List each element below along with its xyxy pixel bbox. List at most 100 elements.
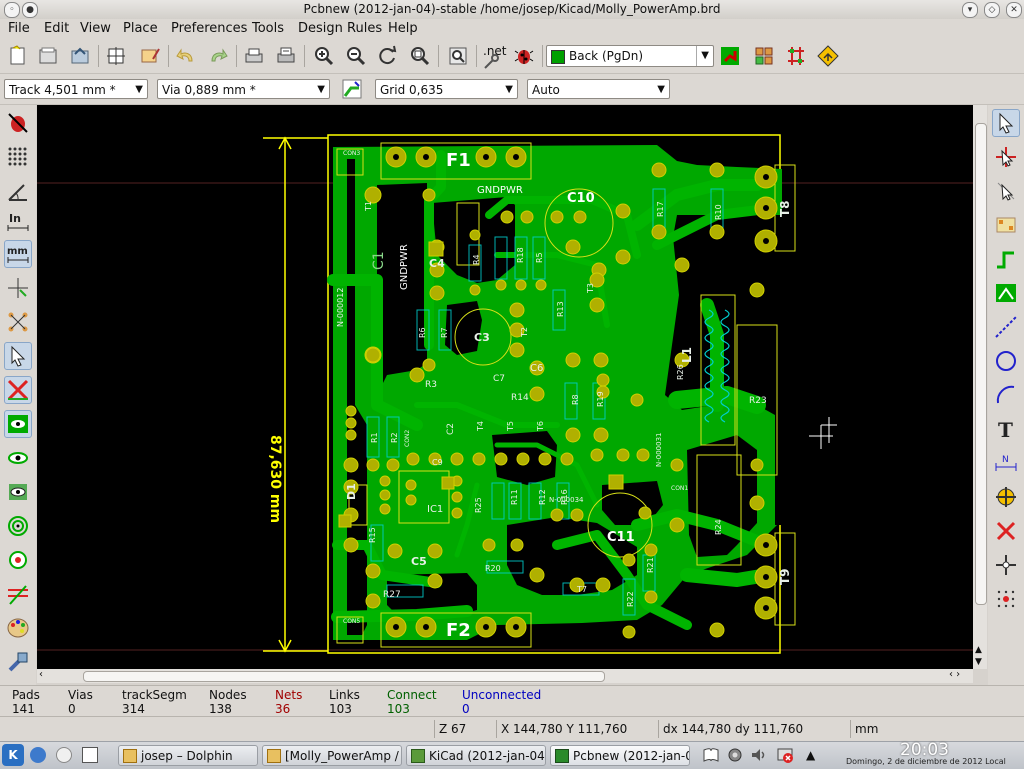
autoplace-button[interactable]	[750, 42, 778, 70]
chevron-left-icon[interactable]: ‹	[39, 669, 43, 680]
delete-items-button[interactable]	[992, 517, 1020, 545]
task-label: [Molly_PowerAmp /	[285, 749, 399, 763]
task-pcbnew[interactable]: Pcbnew (2012-jan-0	[550, 745, 690, 766]
menu-preferences[interactable]: Preferences	[171, 21, 247, 36]
grid-select[interactable]: Grid 0,635 ▼	[375, 79, 518, 99]
read-netlist-button[interactable]: .net	[478, 42, 507, 70]
set-origin-button[interactable]	[992, 551, 1020, 579]
chevron-down-icon[interactable]: ▼	[975, 657, 982, 667]
drc-off-button[interactable]	[4, 109, 32, 137]
page-settings-button[interactable]	[102, 42, 130, 70]
highlight-net-button[interactable]	[992, 143, 1020, 171]
browser-icon[interactable]	[30, 747, 46, 763]
zoom-out-button[interactable]	[342, 42, 370, 70]
task-kicad[interactable]: KiCad (2012-jan-04)	[406, 745, 546, 766]
launcher-icon[interactable]	[56, 747, 72, 763]
label-r4: R4	[472, 254, 481, 265]
maximize-icon[interactable]: ◇	[984, 2, 1000, 18]
autoroute-button[interactable]	[782, 42, 810, 70]
set-grid-origin-button[interactable]	[992, 585, 1020, 613]
menu-view[interactable]: View	[80, 21, 111, 36]
layer-pair-button[interactable]	[716, 42, 744, 70]
vertical-scroll-thumb[interactable]	[975, 123, 987, 605]
layer-select-value: Back (PgDn)	[569, 49, 644, 63]
chevron-up-icon[interactable]: ▲	[975, 645, 982, 655]
auto-delete-track-button[interactable]	[4, 376, 32, 404]
tracks-sketch-button[interactable]	[4, 580, 32, 608]
add-dimension-button[interactable]: N	[992, 449, 1020, 477]
add-circle-button[interactable]	[992, 347, 1020, 375]
kde-menu-icon[interactable]: K	[2, 744, 24, 766]
module-ratsnest-button[interactable]	[4, 342, 32, 370]
close-icon[interactable]: ✕	[1006, 2, 1022, 18]
menu-help[interactable]: Help	[388, 21, 418, 36]
via-size-select[interactable]: Via 0,889 mm * ▼	[157, 79, 330, 99]
track-width-select[interactable]: Track 4,501 mm * ▼	[4, 79, 148, 99]
volume-icon[interactable]	[750, 746, 768, 764]
polar-coords-button[interactable]	[4, 177, 32, 205]
save-board-button[interactable]	[66, 42, 94, 70]
module-editor-button[interactable]	[136, 42, 164, 70]
menu-design-rules[interactable]: Design Rules	[298, 21, 382, 36]
ratsnest-button[interactable]	[4, 308, 32, 336]
find-button[interactable]	[444, 42, 472, 70]
open-board-button[interactable]	[34, 42, 62, 70]
microwave-toolbar-button[interactable]	[4, 648, 32, 676]
horizontal-scroll-thumb[interactable]	[83, 671, 605, 682]
grid-toggle-button[interactable]	[4, 143, 32, 171]
vertical-scrollbar[interactable]: ▲ ▼	[973, 105, 987, 669]
folder-icon	[123, 749, 137, 763]
network-error-icon[interactable]	[776, 746, 794, 764]
settings-icon[interactable]	[726, 746, 744, 764]
undo-button[interactable]	[172, 42, 200, 70]
new-board-button[interactable]	[4, 42, 32, 70]
high-contrast-button[interactable]	[4, 614, 32, 642]
zoom-select[interactable]: Auto ▼	[527, 79, 670, 99]
local-ratsnest-button[interactable]	[992, 177, 1020, 205]
tray-expand-icon[interactable]: ▲	[806, 746, 824, 764]
units-mm-button[interactable]: mm	[4, 240, 32, 268]
pcb-canvas[interactable]: 87,630 mm F1 F2 C10 C11 GNDPWR GNDPWR C1…	[37, 105, 973, 669]
print-button[interactable]	[240, 42, 268, 70]
chevron-right-icon[interactable]: ‹ ›	[949, 669, 960, 680]
freeroute-button[interactable]	[814, 42, 842, 70]
label-t7: T7	[576, 585, 587, 594]
pads-sketch-button[interactable]	[4, 512, 32, 540]
units-inch-button[interactable]: In	[4, 208, 32, 236]
label-t6: T6	[536, 421, 545, 432]
add-tracks-button[interactable]	[992, 245, 1020, 273]
zones-sketch-button[interactable]	[4, 478, 32, 506]
select-tool-button[interactable]	[992, 109, 1020, 137]
zones-display-button[interactable]	[4, 410, 32, 438]
vias-label: Vias	[68, 688, 93, 702]
drc-button[interactable]	[510, 42, 538, 70]
redo-button[interactable]	[204, 42, 232, 70]
zoom-in-button[interactable]	[310, 42, 338, 70]
add-module-button[interactable]	[992, 211, 1020, 239]
right-tools-toolbar: T N	[988, 105, 1024, 685]
menu-place[interactable]: Place	[123, 21, 158, 36]
zoom-redraw-button[interactable]	[374, 42, 402, 70]
minimize-icon[interactable]: ▾	[962, 2, 978, 18]
plot-button[interactable]	[272, 42, 300, 70]
menu-file[interactable]: File	[8, 21, 30, 36]
horizontal-scrollbar[interactable]: ‹ ‹ ›	[37, 669, 973, 683]
vias-sketch-button[interactable]	[4, 546, 32, 574]
terminal-icon[interactable]	[82, 747, 98, 763]
layer-select[interactable]: Back (PgDn) ▼	[546, 45, 714, 67]
label-r14: R14	[511, 393, 529, 403]
add-lines-button[interactable]	[992, 313, 1020, 341]
menu-edit[interactable]: Edit	[44, 21, 69, 36]
task-molly-folder[interactable]: [Molly_PowerAmp /	[262, 745, 402, 766]
zones-outline-button[interactable]	[4, 444, 32, 472]
menu-tools[interactable]: Tools	[252, 21, 284, 36]
task-dolphin[interactable]: josep – Dolphin	[118, 745, 258, 766]
add-target-button[interactable]	[992, 483, 1020, 511]
auto-track-width-button[interactable]	[338, 75, 366, 103]
cursor-shape-button[interactable]	[4, 274, 32, 302]
book-icon[interactable]	[702, 746, 720, 764]
add-text-button[interactable]: T	[992, 415, 1020, 443]
zoom-fit-button[interactable]	[406, 42, 434, 70]
add-zones-button[interactable]	[992, 279, 1020, 307]
add-arc-button[interactable]	[992, 381, 1020, 409]
